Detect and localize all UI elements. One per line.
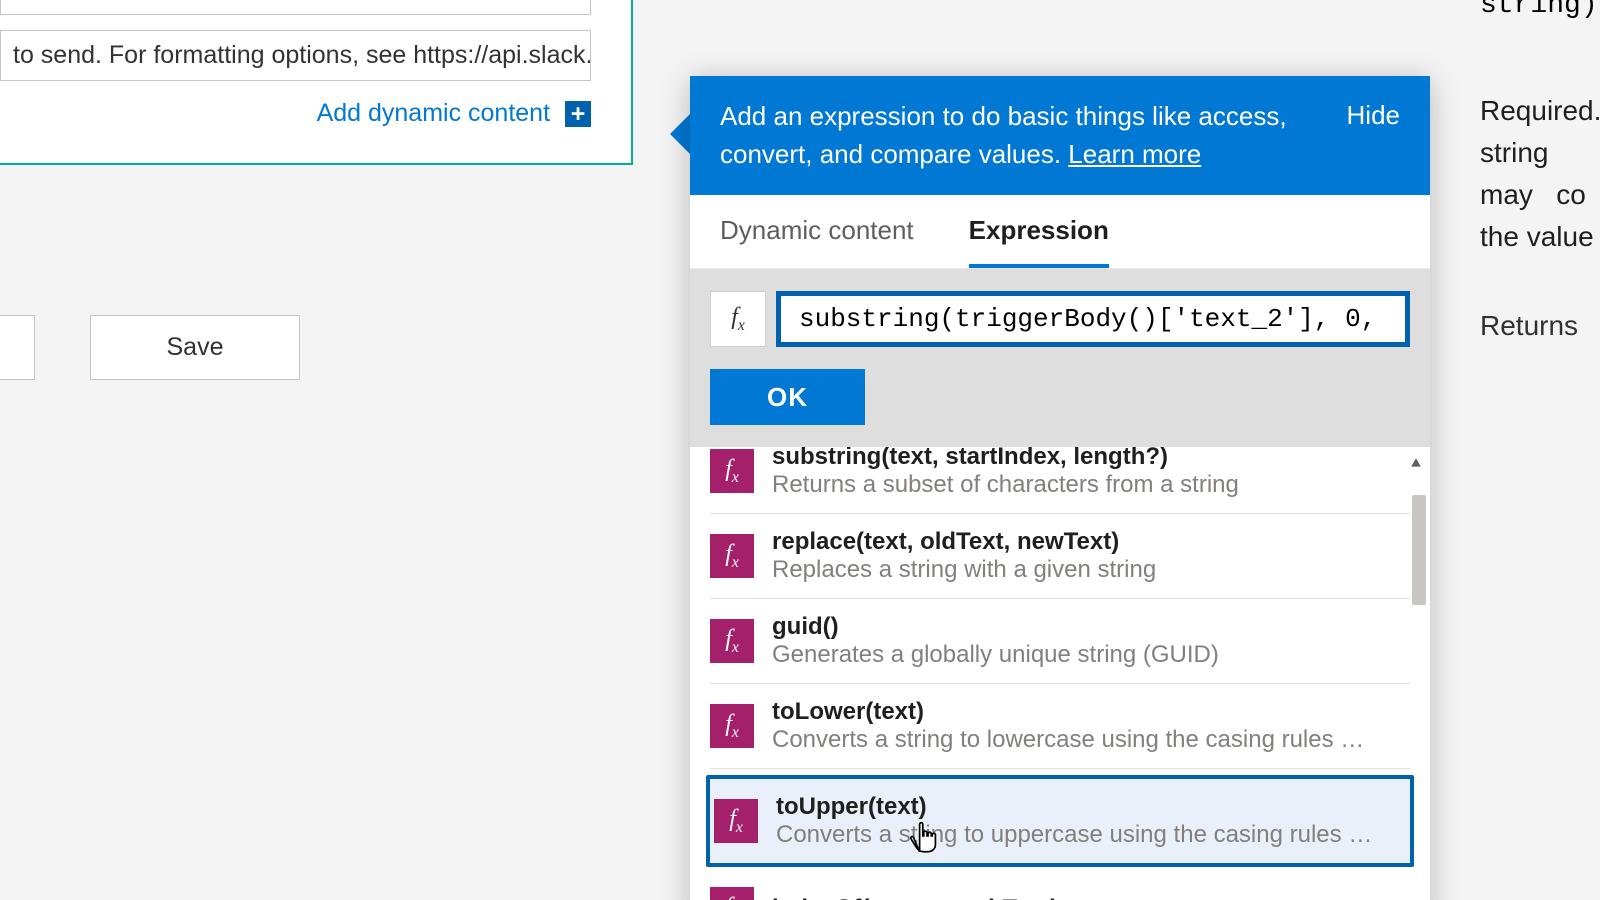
doc-snippet-code: string): [1480, 0, 1598, 21]
panel-tabs: Dynamic content Expression: [690, 195, 1430, 269]
fx-icon: fx: [710, 449, 754, 493]
message-field[interactable]: to send. For formatting options, see htt…: [0, 30, 591, 81]
function-item-indexof[interactable]: fx indexOf(text, searchText): [710, 873, 1410, 900]
fx-icon: fx: [710, 291, 766, 347]
function-text: guid()Generates a globally unique string…: [772, 613, 1219, 669]
panel-header-text: Add an expression to do basic things lik…: [720, 101, 1287, 169]
function-description: Converts a string to lowercase using the…: [772, 726, 1372, 754]
function-text: indexOf(text, searchText): [772, 895, 1058, 900]
doc-snippet-returns: Returns: [1480, 310, 1578, 342]
form-field[interactable]: [0, 0, 591, 15]
function-signature: guid(): [772, 613, 1219, 641]
learn-more-link[interactable]: Learn more: [1068, 139, 1201, 169]
function-signature: substring(text, startIndex, length?): [772, 447, 1239, 471]
doc-snippet: Required. string may co the value: [1480, 90, 1600, 258]
function-item-substring[interactable]: fx substring(text, startIndex, length?)Re…: [710, 447, 1410, 514]
function-text: substring(text, startIndex, length?)Retu…: [772, 447, 1239, 499]
function-list: fxsubstring(text, startIndex, length?)Re…: [690, 447, 1430, 900]
expression-input[interactable]: [797, 303, 1389, 335]
tab-expression[interactable]: Expression: [969, 215, 1109, 268]
save-button[interactable]: Save: [90, 315, 300, 380]
scroll-up-icon[interactable]: [1406, 453, 1426, 473]
function-signature: toUpper(text): [776, 793, 1376, 821]
fx-icon: fx: [714, 799, 758, 843]
fx-icon: fx: [710, 887, 754, 900]
panel-callout-arrow: [670, 112, 692, 156]
function-item-guid[interactable]: fx guid()Generates a globally unique stri…: [710, 599, 1410, 684]
scrollbar-thumb[interactable]: [1412, 495, 1426, 605]
function-description: Returns a subset of characters from a st…: [772, 471, 1239, 499]
fx-icon: fx: [710, 534, 754, 578]
function-item-tolower[interactable]: fx toLower(text)Converts a string to lowe…: [710, 684, 1410, 769]
function-text: toUpper(text)Converts a string to upperc…: [776, 793, 1376, 849]
panel-header: Add an expression to do basic things lik…: [690, 76, 1430, 195]
function-signature: toLower(text): [772, 698, 1372, 726]
function-item-toupper[interactable]: fx toUpper(text)Converts a string to uppe…: [706, 775, 1414, 867]
tab-dynamic-content[interactable]: Dynamic content: [720, 215, 914, 268]
function-text: replace(text, oldText, newText)Replaces …: [772, 528, 1156, 584]
expression-editor-area: fx OK: [690, 269, 1430, 447]
save-button-label: Save: [167, 333, 224, 362]
action-card: to send. For formatting options, see htt…: [0, 0, 633, 165]
hide-panel-link[interactable]: Hide: [1347, 100, 1400, 131]
expression-input-wrap[interactable]: [776, 291, 1410, 347]
function-description: Converts a string to uppercase using the…: [776, 821, 1376, 849]
function-signature: indexOf(text, searchText): [772, 895, 1058, 900]
fx-icon: fx: [710, 704, 754, 748]
plus-icon[interactable]: +: [565, 101, 591, 127]
function-signature: replace(text, oldText, newText): [772, 528, 1156, 556]
function-item-replace[interactable]: fx replace(text, oldText, newText)Replace…: [710, 514, 1410, 599]
function-description: Replaces a string with a given string: [772, 556, 1156, 584]
expression-panel: Add an expression to do basic things lik…: [690, 76, 1430, 900]
message-placeholder: to send. For formatting options, see htt…: [13, 41, 591, 69]
ok-button[interactable]: OK: [710, 369, 865, 425]
add-dynamic-content-link[interactable]: Add dynamic content: [317, 99, 550, 127]
function-text: toLower(text)Converts a string to lowerc…: [772, 698, 1372, 754]
fx-icon: fx: [710, 619, 754, 663]
secondary-button[interactable]: [0, 315, 35, 380]
function-description: Generates a globally unique string (GUID…: [772, 641, 1219, 669]
